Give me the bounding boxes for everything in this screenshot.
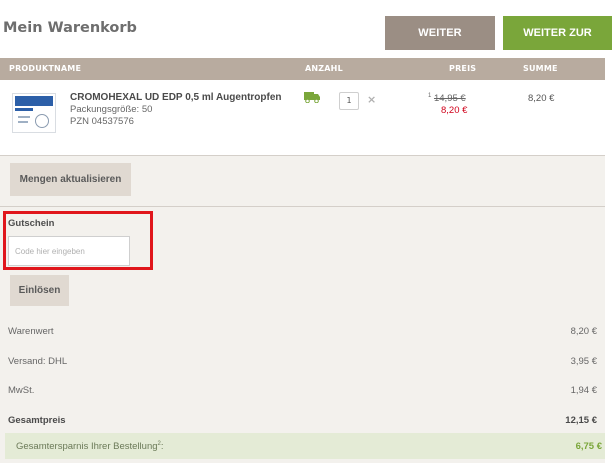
product-image-line (18, 116, 30, 118)
product-image-stripe (15, 108, 33, 111)
page-header: Mein Warenkorb WEITER EINKAUFEN WEITER Z… (0, 0, 615, 73)
update-quantities-button[interactable]: Mengen aktualisieren (10, 163, 131, 196)
old-price: 1 14,95 € (428, 93, 466, 104)
product-pzn: PZN 04537576 (70, 116, 134, 127)
line-total: 8,20 € (528, 93, 555, 104)
coupon-code-input[interactable] (8, 236, 130, 266)
close-icon[interactable]: × (367, 93, 376, 106)
divider (0, 206, 605, 207)
product-image-line (18, 121, 28, 123)
old-price-value: 14,95 € (433, 93, 466, 105)
product-image[interactable] (12, 93, 56, 133)
total-savings-row: Gesamtersparnis Ihrer Bestellung2: 6,75 … (5, 433, 605, 459)
summary-value: 8,20 € (570, 326, 597, 337)
product-name-link[interactable]: CROMOHEXAL UD EDP 0,5 ml Augentropfen (70, 92, 282, 103)
savings-label-text: Gesamtersparnis Ihrer Bestellung (16, 441, 158, 453)
product-image-band (15, 96, 53, 106)
continue-shopping-button[interactable]: WEITER EINKAUFEN (385, 16, 495, 73)
column-header-product: PRODUKTNAME (9, 64, 82, 73)
redeem-button[interactable]: Einlösen (10, 275, 69, 306)
summary-row-goods-value: Warenwert 8,20 € (0, 326, 605, 348)
savings-label-colon: : (160, 441, 164, 453)
summary-value: 12,15 € (565, 415, 597, 426)
summary-label: Versand: DHL (8, 356, 68, 367)
summary-label: MwSt. (8, 385, 35, 396)
savings-value: 6,75 € (575, 441, 602, 452)
product-image-seal (35, 114, 49, 128)
checkout-button[interactable]: WEITER ZUR KASSE (503, 16, 612, 73)
summary-row-shipping: Versand: DHL 3,95 € (0, 356, 605, 378)
savings-label: Gesamtersparnis Ihrer Bestellung2: (16, 441, 164, 452)
column-header-quantity: ANZAHL (305, 64, 343, 73)
coupon-title: Gutschein (8, 218, 55, 229)
summary-value: 1,94 € (570, 385, 597, 396)
summary-value: 3,95 € (570, 356, 597, 367)
product-pack-size: Packungsgröße: 50 (70, 104, 153, 115)
cart-content: CROMOHEXAL UD EDP 0,5 ml Augentropfen Pa… (0, 80, 605, 463)
summary-row-vat: MwSt. 1,94 € (0, 385, 605, 407)
summary-label: Gesamtpreis (8, 415, 66, 426)
column-header-total: SUMME (523, 64, 558, 73)
truck-icon (304, 92, 320, 103)
cart-table-header: PRODUKTNAME ANZAHL PREIS SUMME (0, 58, 605, 80)
old-price-footnote: 1 (428, 93, 432, 99)
right-gutter (605, 58, 615, 463)
page-title: Mein Warenkorb (3, 20, 137, 36)
summary-label: Warenwert (8, 326, 54, 337)
quantity-input[interactable]: 1 (339, 92, 359, 110)
cart-item-row: CROMOHEXAL UD EDP 0,5 ml Augentropfen Pa… (0, 80, 605, 155)
divider (0, 155, 605, 156)
column-header-price: PREIS (449, 64, 477, 73)
new-price: 8,20 € (441, 105, 468, 116)
